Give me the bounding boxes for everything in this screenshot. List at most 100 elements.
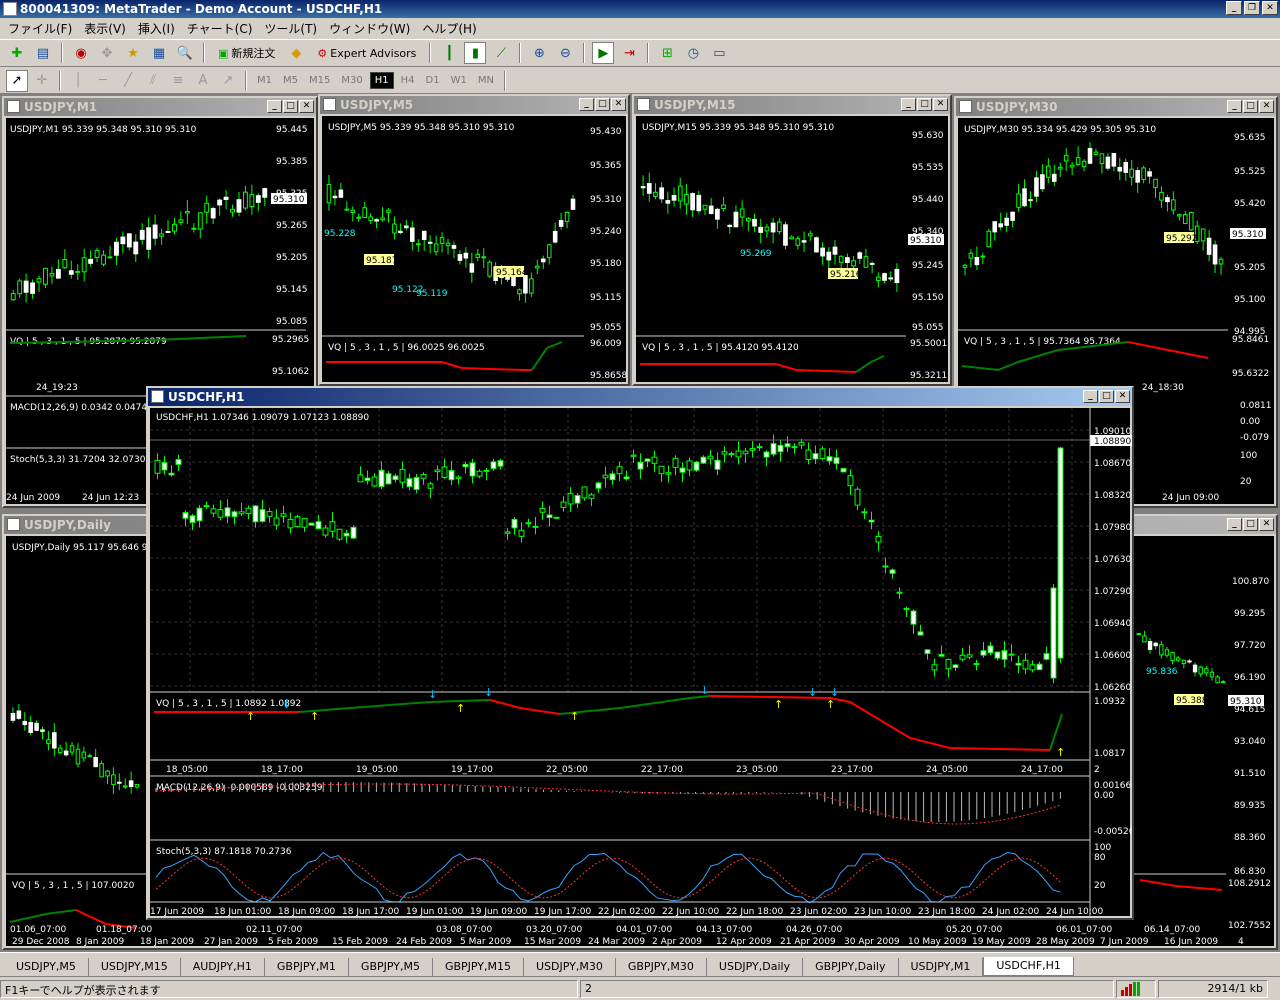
window-titlebar[interactable]: USDJPY,M5 _ □ ✕ bbox=[320, 96, 628, 114]
cursor-icon[interactable]: ➚ bbox=[6, 69, 28, 92]
minimize-button[interactable]: _ bbox=[1227, 100, 1242, 113]
strategy-tester-icon[interactable]: 🔍 bbox=[174, 42, 196, 64]
crosshair-icon[interactable]: ✛ bbox=[31, 70, 53, 92]
candle-body bbox=[588, 494, 595, 499]
minimize-button[interactable]: _ bbox=[901, 98, 916, 111]
expert-advisors-button[interactable]: ⚙ Expert Advisors bbox=[311, 45, 422, 62]
close-button[interactable]: ✕ bbox=[1259, 100, 1274, 113]
maximize-button[interactable]: □ bbox=[283, 100, 298, 113]
maximize-button[interactable]: □ bbox=[917, 98, 932, 111]
price-tick: 95.535 bbox=[912, 163, 944, 173]
market-watch-icon[interactable]: ◉ bbox=[70, 42, 92, 64]
zoom-in-icon[interactable]: ⊕ bbox=[528, 42, 550, 64]
timeframe-w1[interactable]: W1 bbox=[447, 73, 471, 88]
tab-gbpjpy-m15[interactable]: GBPJPY,M15 bbox=[433, 958, 525, 976]
data-window-icon[interactable]: ✥ bbox=[96, 42, 118, 64]
menu-tools[interactable]: ツール(T) bbox=[260, 20, 325, 37]
chart-window-usdchf-h1[interactable]: USDCHF,H1 _ □ ✕ USDCHF,H1 1.07346 1.09079 … bbox=[146, 386, 1137, 920]
window-titlebar[interactable]: USDJPY,M1 _ □ ✕ bbox=[4, 98, 316, 116]
line-chart-icon[interactable]: ⟋ bbox=[490, 42, 512, 64]
timeframe-d1[interactable]: D1 bbox=[422, 73, 444, 88]
minimize-button[interactable]: _ bbox=[1083, 390, 1098, 403]
minimize-button[interactable]: _ bbox=[579, 98, 594, 111]
menu-window[interactable]: ウィンドウ(W) bbox=[325, 20, 418, 37]
vq-label: VQ | 5 , 3 , 1 , 5 | 95.4120 95.4120 bbox=[642, 343, 799, 353]
horizontal-line-icon[interactable]: ─ bbox=[92, 70, 114, 92]
timeframe-mn[interactable]: MN bbox=[474, 73, 498, 88]
profiles-icon[interactable]: ▤ bbox=[32, 42, 54, 64]
maximize-button[interactable]: □ bbox=[595, 98, 610, 111]
window-titlebar[interactable]: USDCHF,H1 _ □ ✕ bbox=[148, 388, 1132, 406]
chart-window-usdjpy-m5[interactable]: USDJPY,M5 _ □ ✕ USDJPY,M5 95.339 95.348 95… bbox=[318, 94, 630, 386]
minimize-button[interactable]: _ bbox=[1227, 518, 1242, 531]
menu-insert[interactable]: 挿入(I) bbox=[134, 20, 183, 37]
time-tick: 01.06_07:00 bbox=[10, 925, 66, 935]
close-button[interactable]: ✕ bbox=[299, 100, 314, 113]
templates-icon[interactable]: ▭ bbox=[708, 42, 730, 64]
tab-usdjpy-daily[interactable]: USDJPY,Daily bbox=[707, 958, 804, 976]
tab-usdjpy-m1[interactable]: USDJPY,M1 bbox=[899, 958, 984, 976]
maximize-button[interactable]: □ bbox=[1243, 518, 1258, 531]
candle-body bbox=[392, 475, 399, 481]
candle-body bbox=[630, 454, 637, 457]
menu-view[interactable]: 表示(V) bbox=[80, 20, 134, 37]
new-order-button[interactable]: ▣ 新規注文 bbox=[212, 43, 281, 63]
tab-gbpjpy-daily[interactable]: GBPJPY,Daily bbox=[803, 958, 899, 976]
zoom-out-icon[interactable]: ⊖ bbox=[554, 42, 576, 64]
timeframe-h1[interactable]: H1 bbox=[369, 72, 394, 89]
menu-chart[interactable]: チャート(C) bbox=[183, 20, 261, 37]
timeframe-m15[interactable]: M15 bbox=[305, 73, 334, 88]
timeframe-h4[interactable]: H4 bbox=[397, 73, 419, 88]
chart-canvas[interactable]: USDJPY,M5 95.339 95.348 95.310 95.310 95… bbox=[322, 116, 627, 382]
bar-chart-icon[interactable]: ┃ bbox=[438, 42, 460, 64]
autoscroll-icon[interactable]: ▶ bbox=[592, 42, 615, 64]
close-button[interactable]: ✕ bbox=[1259, 518, 1274, 531]
tab-gbpjpy-m30[interactable]: GBPJPY,M30 bbox=[616, 958, 707, 976]
close-button[interactable]: ✕ bbox=[1115, 390, 1130, 403]
minimize-button[interactable]: _ bbox=[267, 100, 282, 113]
status-bar: F1キーでヘルプが表示されます 2 2914/1 kb bbox=[0, 976, 1280, 1000]
candle-body bbox=[857, 252, 863, 259]
timeframe-m5[interactable]: M5 bbox=[279, 73, 302, 88]
window-titlebar[interactable]: USDJPY,M30 _ □ ✕ bbox=[956, 98, 1276, 116]
maximize-button[interactable]: □ bbox=[1099, 390, 1114, 403]
chart-canvas[interactable]: USDJPY,M15 95.339 95.348 95.310 95.310 9… bbox=[636, 116, 948, 382]
tab-usdjpy-m5[interactable]: USDJPY,M5 bbox=[4, 958, 89, 976]
chart-shift-icon[interactable]: ⇥ bbox=[618, 42, 640, 64]
tab-gbpjpy-m5[interactable]: GBPJPY,M5 bbox=[349, 958, 433, 976]
tab-audjpy-h1[interactable]: AUDJPY,H1 bbox=[181, 958, 265, 976]
chart-canvas[interactable]: USDCHF,H1 1.07346 1.09079 1.07123 1.0889… bbox=[150, 408, 1137, 918]
chart-window-usdjpy-m15[interactable]: USDJPY,M15 _ □ ✕ USDJPY,M15 95.339 95.348 … bbox=[632, 94, 952, 386]
tab-usdchf-h1[interactable]: USDCHF,H1 bbox=[983, 957, 1074, 976]
minimize-button[interactable]: _ bbox=[1226, 1, 1242, 15]
tab-usdjpy-m30[interactable]: USDJPY,M30 bbox=[524, 958, 616, 976]
tab-gbpjpy-m1[interactable]: GBPJPY,M1 bbox=[265, 958, 349, 976]
metaeditor-icon[interactable]: ◆ bbox=[285, 42, 307, 64]
tab-usdjpy-m15[interactable]: USDJPY,M15 bbox=[89, 958, 181, 976]
maximize-button[interactable]: □ bbox=[1243, 100, 1258, 113]
up-arrow-icon: ↑ bbox=[246, 710, 255, 723]
restore-button[interactable]: ❐ bbox=[1244, 1, 1260, 15]
vertical-line-icon[interactable]: │ bbox=[67, 70, 89, 92]
close-button[interactable]: ✕ bbox=[611, 98, 626, 111]
close-button[interactable]: ✕ bbox=[933, 98, 948, 111]
timeframe-m1[interactable]: M1 bbox=[253, 73, 276, 88]
indicators-icon[interactable]: ⊞ bbox=[656, 42, 678, 64]
window-titlebar[interactable]: USDJPY,M15 _ □ ✕ bbox=[634, 96, 950, 114]
candlestick-icon[interactable]: ▮ bbox=[464, 42, 487, 64]
periods-icon[interactable]: ◷ bbox=[682, 42, 704, 64]
text-icon[interactable]: A bbox=[192, 70, 214, 92]
vq-price: 102.7552 bbox=[1228, 921, 1271, 931]
new-chart-icon[interactable]: ✚ bbox=[6, 42, 28, 64]
fibonacci-icon[interactable]: ≡ bbox=[167, 70, 189, 92]
terminal-icon[interactable]: ▦ bbox=[148, 42, 170, 64]
candle-body bbox=[111, 774, 116, 785]
navigator-icon[interactable]: ★ bbox=[122, 42, 144, 64]
menu-help[interactable]: ヘルプ(H) bbox=[418, 20, 484, 37]
trendline-icon[interactable]: ╱ bbox=[117, 70, 139, 92]
channel-icon[interactable]: ⫽ bbox=[142, 70, 164, 92]
arrows-icon[interactable]: ↗ bbox=[217, 70, 239, 92]
timeframe-m30[interactable]: M30 bbox=[337, 73, 366, 88]
close-button[interactable]: ✕ bbox=[1262, 1, 1278, 15]
menu-file[interactable]: ファイル(F) bbox=[4, 20, 80, 37]
